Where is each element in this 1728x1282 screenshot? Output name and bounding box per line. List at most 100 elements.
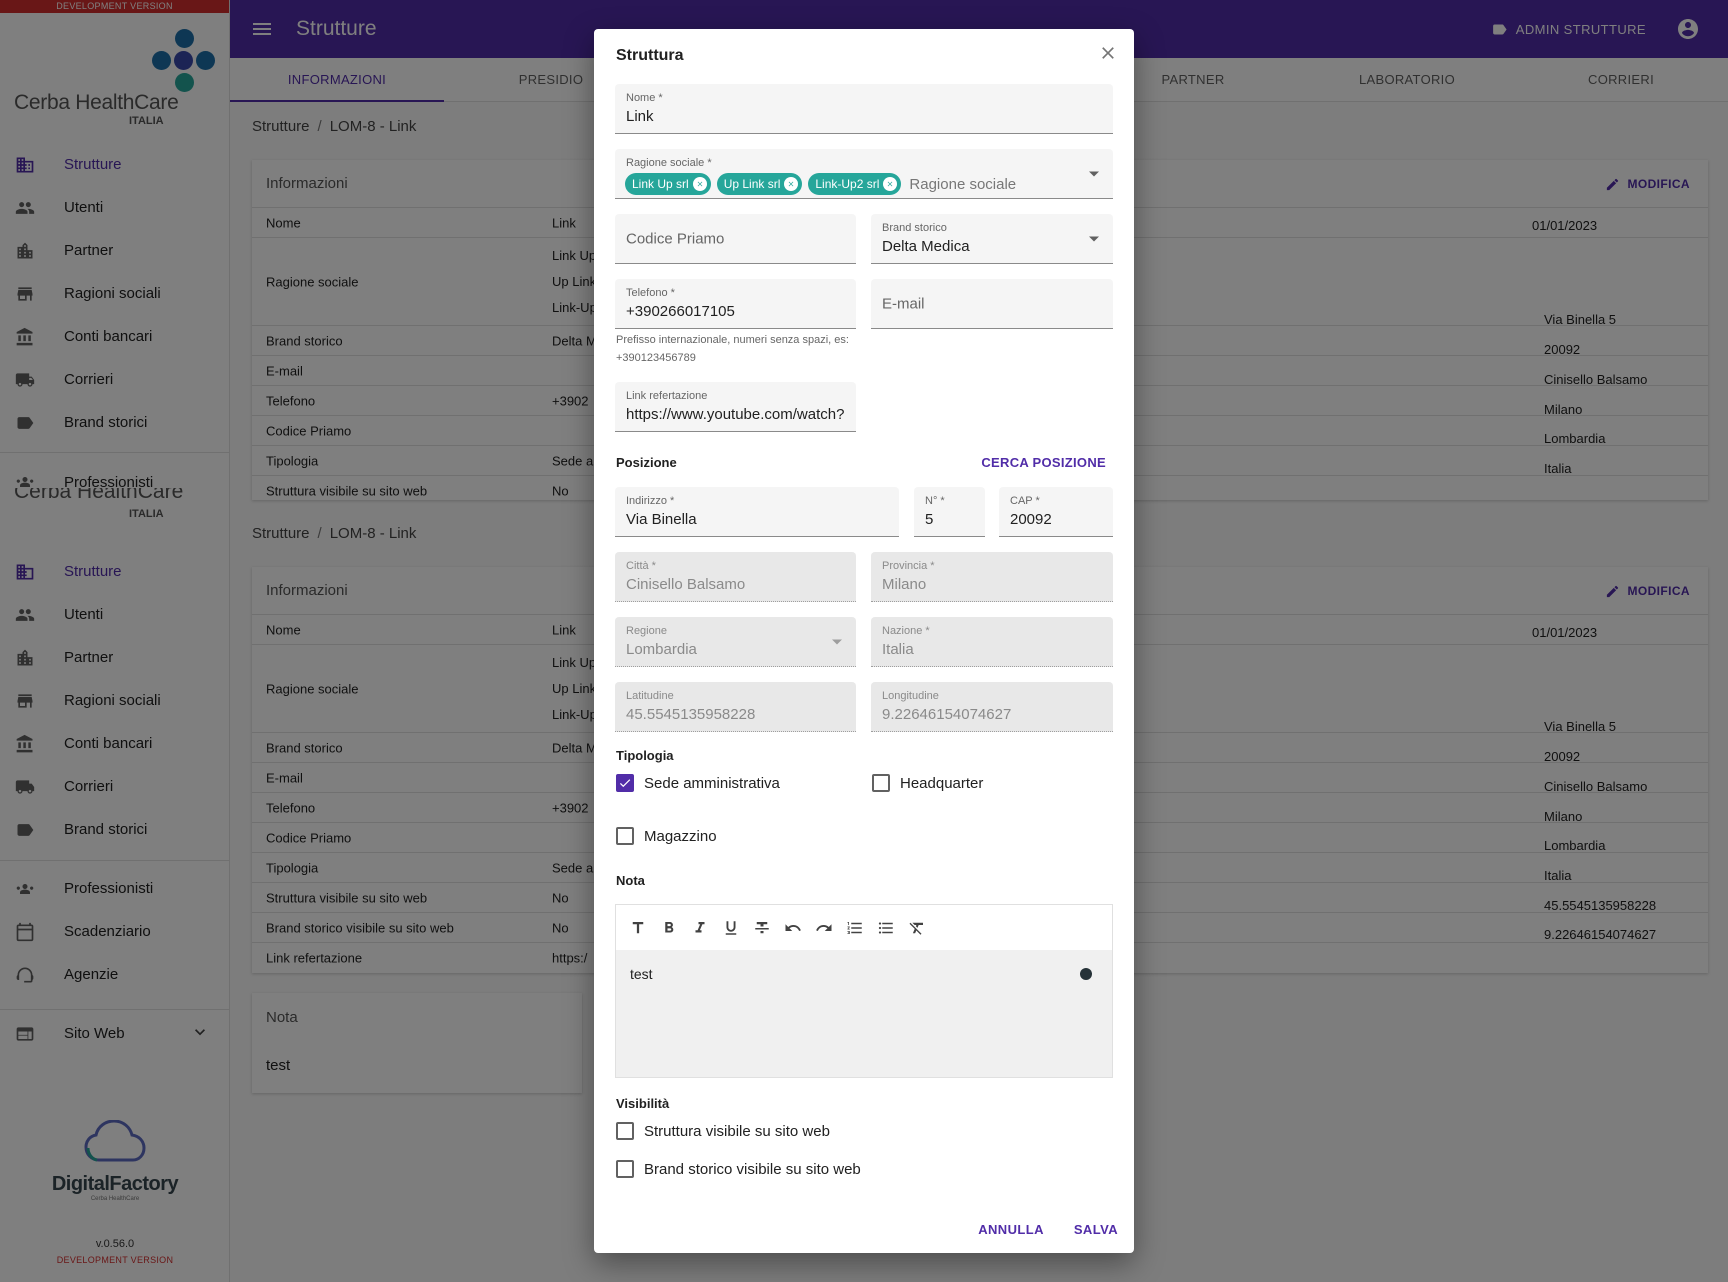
struttura-dialog: Struttura Nome * Link Ragione sociale * …: [594, 29, 1134, 1253]
field-label: Ragione sociale *: [626, 157, 712, 169]
field-value: 9.22646154074627: [882, 706, 1012, 723]
field-value: Cinisello Balsamo: [626, 576, 746, 593]
redo-icon[interactable]: [814, 918, 834, 938]
field-value: Lombardia: [626, 641, 697, 658]
checkbox-label: Magazzino: [644, 827, 717, 845]
field-label: Longitudine: [882, 690, 939, 702]
checkbox-label: Struttura visibile su sito web: [644, 1122, 830, 1140]
chip[interactable]: Up Link srl: [716, 173, 803, 195]
chip-label: Link Up srl: [632, 177, 689, 191]
checkbox-label: Headquarter: [900, 774, 984, 792]
bold-icon[interactable]: [659, 918, 679, 938]
dialog-actions: ANNULLA SALVA: [978, 1222, 1118, 1237]
rich-text-editor: test: [615, 904, 1113, 1078]
chip-label: Up Link srl: [723, 177, 781, 191]
editor-text: test: [630, 966, 653, 982]
cancel-icon[interactable]: [784, 177, 799, 191]
longitudine-field: Longitudine 9.22646154074627: [871, 682, 1113, 732]
struttura-visibile-checkbox[interactable]: Struttura visibile su sito web: [616, 1122, 830, 1140]
posizione-heading: Posizione: [616, 455, 677, 470]
field-value: Italia: [882, 641, 914, 658]
field-label: Provincia *: [882, 560, 935, 572]
nome-field[interactable]: Nome * Link: [615, 84, 1113, 134]
chip[interactable]: Link Up srl: [625, 173, 711, 195]
field-label: Regione: [626, 625, 667, 637]
field-value: 45.5545135958228: [626, 706, 756, 723]
editor-content[interactable]: test: [616, 950, 1112, 1077]
salva-button[interactable]: SALVA: [1074, 1222, 1118, 1237]
cerca-posizione-button[interactable]: CERCA POSIZIONE: [981, 455, 1106, 470]
checkbox-empty-icon[interactable]: [616, 1122, 634, 1140]
checkbox-empty-icon[interactable]: [616, 827, 634, 845]
field-label: N° *: [925, 495, 945, 507]
ragione-sociale-field[interactable]: Ragione sociale * Link Up srl Up Link sr…: [615, 149, 1113, 199]
field-label: Brand storico: [882, 222, 947, 234]
field-value: Delta Medica: [882, 238, 970, 255]
headquarter-checkbox[interactable]: Headquarter: [872, 774, 983, 792]
cancel-icon[interactable]: [883, 177, 898, 191]
field-label: Telefono *: [626, 287, 675, 299]
field-value: +390266017105: [626, 303, 735, 320]
dropdown-arrow-icon[interactable]: [1089, 171, 1099, 176]
brand-storico-visibile-checkbox[interactable]: Brand storico visibile su sito web: [616, 1160, 861, 1178]
field-label: Indirizzo *: [626, 495, 675, 507]
close-icon[interactable]: [1098, 43, 1118, 63]
strikethrough-icon[interactable]: [752, 918, 772, 938]
editor-toolbar: [616, 905, 1112, 950]
checkbox-label: Brand storico visibile su sito web: [644, 1160, 861, 1178]
italic-icon[interactable]: [690, 918, 710, 938]
field-label: CAP *: [1010, 495, 1040, 507]
field-label: Latitudine: [626, 690, 674, 702]
field-value: https://www.youtube.com/watch?: [626, 406, 845, 423]
cancel-icon[interactable]: [692, 177, 707, 191]
provincia-field: Provincia * Milano: [871, 552, 1113, 602]
field-value: 20092: [1010, 511, 1052, 528]
nazione-field: Nazione * Italia: [871, 617, 1113, 667]
email-field[interactable]: E-mail: [871, 279, 1113, 329]
field-label: Città *: [626, 560, 656, 572]
field-value: 5: [925, 511, 934, 528]
numbered-list-icon[interactable]: [845, 918, 865, 938]
dropdown-arrow-icon[interactable]: [1089, 236, 1099, 241]
cap-field[interactable]: CAP * 20092: [999, 487, 1113, 537]
dialog-title: Struttura: [616, 47, 684, 64]
dropdown-arrow-icon: [832, 639, 842, 644]
nota-heading: Nota: [616, 873, 645, 888]
indirizzo-field[interactable]: Indirizzo * Via Binella: [615, 487, 899, 537]
field-placeholder: E-mail: [882, 295, 925, 312]
codice-priamo-field[interactable]: Codice Priamo: [615, 214, 856, 264]
ragione-sociale-input[interactable]: Ragione sociale: [909, 176, 1016, 193]
regione-select: Regione Lombardia: [615, 617, 856, 667]
telefono-helper: Prefisso internazionale, numeri senza sp…: [616, 334, 849, 364]
annulla-button[interactable]: ANNULLA: [978, 1222, 1044, 1237]
visibilita-heading: Visibilità: [616, 1096, 670, 1111]
numero-field[interactable]: N° * 5: [914, 487, 985, 537]
checkbox-label: Sede amministrativa: [644, 774, 780, 792]
chip[interactable]: Link-Up2 srl: [808, 173, 902, 195]
link-refertazione-field[interactable]: Link refertazione https://www.youtube.co…: [615, 382, 856, 432]
field-label: Nazione *: [882, 625, 930, 637]
chip-label: Link-Up2 srl: [815, 177, 880, 191]
tipologia-heading: Tipologia: [616, 748, 674, 763]
brand-storico-select[interactable]: Brand storico Delta Medica: [871, 214, 1113, 264]
magazzino-checkbox[interactable]: Magazzino: [616, 827, 717, 845]
checkbox-empty-icon[interactable]: [872, 774, 890, 792]
checkbox-empty-icon[interactable]: [616, 1160, 634, 1178]
telefono-field[interactable]: Telefono * +390266017105: [615, 279, 856, 329]
chip-list: Link Up srl Up Link srl Link-Up2 srl Rag…: [625, 173, 1016, 195]
field-label: Link refertazione: [626, 390, 708, 402]
undo-icon[interactable]: [783, 918, 803, 938]
checkbox-checked-icon[interactable]: [616, 774, 634, 792]
latitudine-field: Latitudine 45.5545135958228: [615, 682, 856, 732]
citta-field: Città * Cinisello Balsamo: [615, 552, 856, 602]
bulleted-list-icon[interactable]: [876, 918, 896, 938]
grammar-badge-icon[interactable]: [1080, 968, 1092, 980]
field-label: Nome *: [626, 92, 663, 104]
field-value: Via Binella: [626, 511, 697, 528]
text-format-icon[interactable]: [628, 918, 648, 938]
underline-icon[interactable]: [721, 918, 741, 938]
field-placeholder: Codice Priamo: [626, 230, 725, 247]
clear-format-icon[interactable]: [907, 918, 927, 938]
field-value: Link: [626, 108, 654, 125]
sede-amministrativa-checkbox[interactable]: Sede amministrativa: [616, 774, 780, 792]
